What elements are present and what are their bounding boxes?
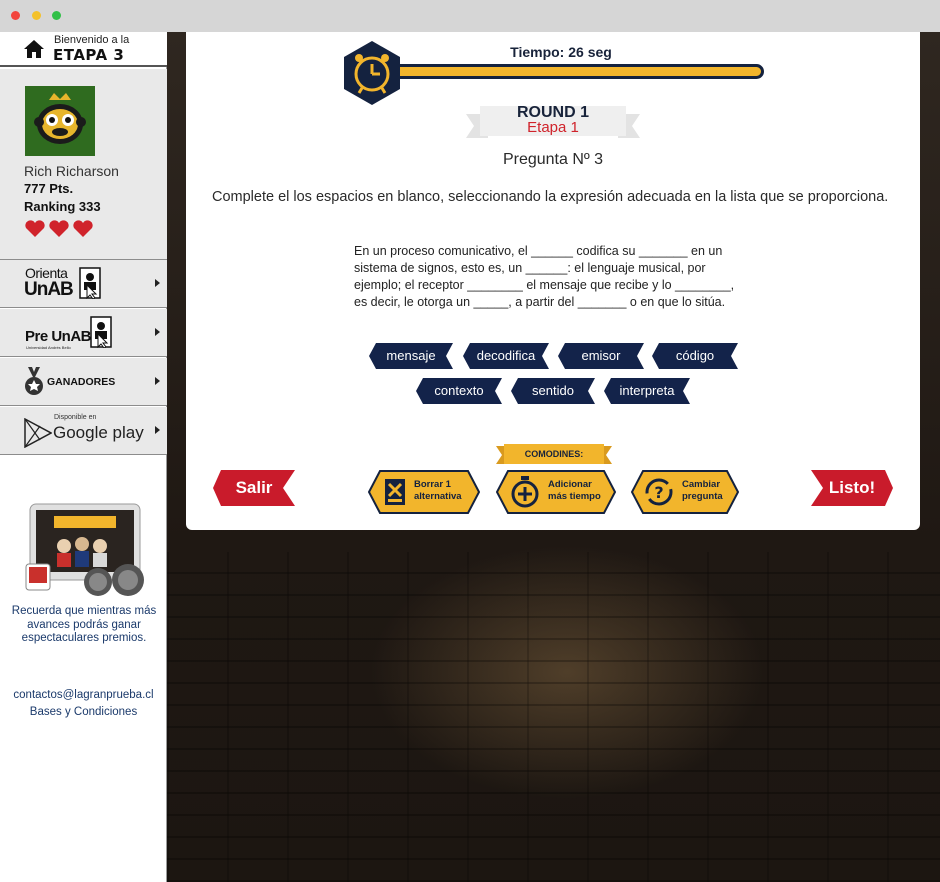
- medal-icon: [25, 367, 43, 395]
- heart-icon: [73, 220, 93, 237]
- user-ranking: Ranking 333: [24, 199, 101, 214]
- prize-devices-image: [25, 503, 144, 596]
- unab-label: UnAB: [24, 279, 74, 300]
- stage-title: ETAPA 3: [53, 46, 125, 64]
- user-profile: Rich Richarson 777 Pts. Ranking 333: [0, 69, 167, 260]
- exit-button[interactable]: Salir: [213, 470, 295, 506]
- question-title: Pregunta Nº 3: [502, 151, 604, 168]
- avatar: [25, 86, 95, 156]
- preunab-label: Pre UnAB: [25, 328, 92, 345]
- student-cursor-icon: [90, 316, 112, 348]
- stage-floor: [167, 552, 940, 882]
- lifeline-label: Adicionar más tiempo: [548, 479, 601, 502]
- preunab-subtitle: Universidad Andrés Bello: [26, 345, 71, 350]
- sidebar-header[interactable]: Bienvenido a la ETAPA 3: [0, 32, 167, 67]
- chevron-right-icon: [155, 377, 160, 385]
- terms-link[interactable]: Bases y Condiciones: [0, 706, 167, 718]
- lifeline-label-line: pregunta: [682, 490, 723, 502]
- lifeline-label: Borrar 1 alternativa: [414, 479, 462, 502]
- alarm-clock-icon: [344, 41, 400, 105]
- menu-pre-unab[interactable]: Pre UnAB Universidad Andrés Bello: [0, 309, 167, 357]
- google-play-icon: [24, 418, 52, 448]
- app-viewport: Bienvenido a la ETAPA 3 Rich Richarson 7…: [0, 32, 940, 882]
- done-button[interactable]: Listo!: [811, 470, 893, 506]
- student-cursor-icon: [79, 267, 101, 299]
- close-window-button[interactable]: [11, 11, 20, 20]
- contact-email-link[interactable]: contactos@lagranprueba.cl: [0, 689, 167, 701]
- welcome-text: Bienvenido a la: [54, 34, 130, 46]
- heart-icon: [49, 220, 69, 237]
- menu-ganadores[interactable]: GANADORES: [0, 358, 167, 406]
- option-chip[interactable]: código: [652, 343, 738, 369]
- lifeline-label-line: Borrar 1: [414, 479, 451, 490]
- stage-label: Etapa 1: [527, 119, 579, 136]
- lifeline-label: Cambiar pregunta: [682, 479, 723, 502]
- lives-hearts: [25, 220, 93, 237]
- google-play-label: Google play: [53, 423, 144, 442]
- option-chip[interactable]: sentido: [511, 378, 595, 404]
- lifeline-label-line: alternativa: [414, 490, 462, 502]
- maximize-window-button[interactable]: [52, 11, 61, 20]
- ganadores-label: GANADORES: [47, 376, 116, 388]
- add-time-button[interactable]: Adicionar más tiempo: [496, 470, 616, 514]
- menu-google-play[interactable]: Disponible en Google play: [0, 407, 167, 455]
- question-line: ejemplo; el receptor ________ el mensaje…: [354, 278, 735, 292]
- question-line: es decir, le otorga un _____, a partir d…: [354, 295, 726, 309]
- user-name: Rich Richarson: [24, 163, 119, 179]
- option-chip[interactable]: contexto: [416, 378, 502, 404]
- chevron-right-icon: [155, 426, 160, 434]
- lifeline-label-line: Cambiar: [682, 479, 721, 490]
- delete-alternative-button[interactable]: Borrar 1 alternativa: [368, 470, 480, 514]
- lifeline-label-line: más tiempo: [548, 490, 601, 502]
- delete-box-icon: [385, 479, 405, 505]
- option-chip[interactable]: interpreta: [604, 378, 690, 404]
- home-icon: [24, 40, 44, 58]
- change-question-button[interactable]: ? Cambiar pregunta: [631, 470, 739, 514]
- minimize-window-button[interactable]: [32, 11, 41, 20]
- sidebar: Bienvenido a la ETAPA 3 Rich Richarson 7…: [0, 32, 167, 882]
- comodines-label: COMODINES:: [524, 449, 584, 459]
- option-chip[interactable]: decodifica: [463, 343, 549, 369]
- google-play-available: Disponible en: [54, 414, 97, 421]
- question-text: En un proceso comunicativo, el ______ co…: [354, 243, 764, 311]
- user-points: 777 Pts.: [24, 181, 74, 196]
- option-chip[interactable]: emisor: [558, 343, 644, 369]
- question-card: Tiempo: 26 seg ROUND 1 Etapa 1 Pregunta …: [186, 32, 920, 530]
- lifeline-label-line: Adicionar: [548, 479, 592, 490]
- browser-titlebar: [0, 0, 940, 32]
- option-chip[interactable]: mensaje: [369, 343, 453, 369]
- timer-bar: [394, 64, 764, 79]
- question-line: sistema de signos, esto es, un ______: e…: [354, 261, 706, 275]
- timer-label: Tiempo: 26 seg: [510, 44, 612, 60]
- menu-orienta-unab[interactable]: Orienta UnAB: [0, 260, 167, 308]
- chevron-right-icon: [155, 279, 160, 287]
- heart-icon: [25, 220, 45, 237]
- promo-text: Recuerda que mientras más avances podrás…: [11, 605, 157, 644]
- question-line: En un proceso comunicativo, el ______ co…: [354, 244, 723, 258]
- instruction-text: Complete el los espacios en blanco, sele…: [212, 189, 889, 205]
- chevron-right-icon: [155, 328, 160, 336]
- svg-text:?: ?: [654, 483, 663, 502]
